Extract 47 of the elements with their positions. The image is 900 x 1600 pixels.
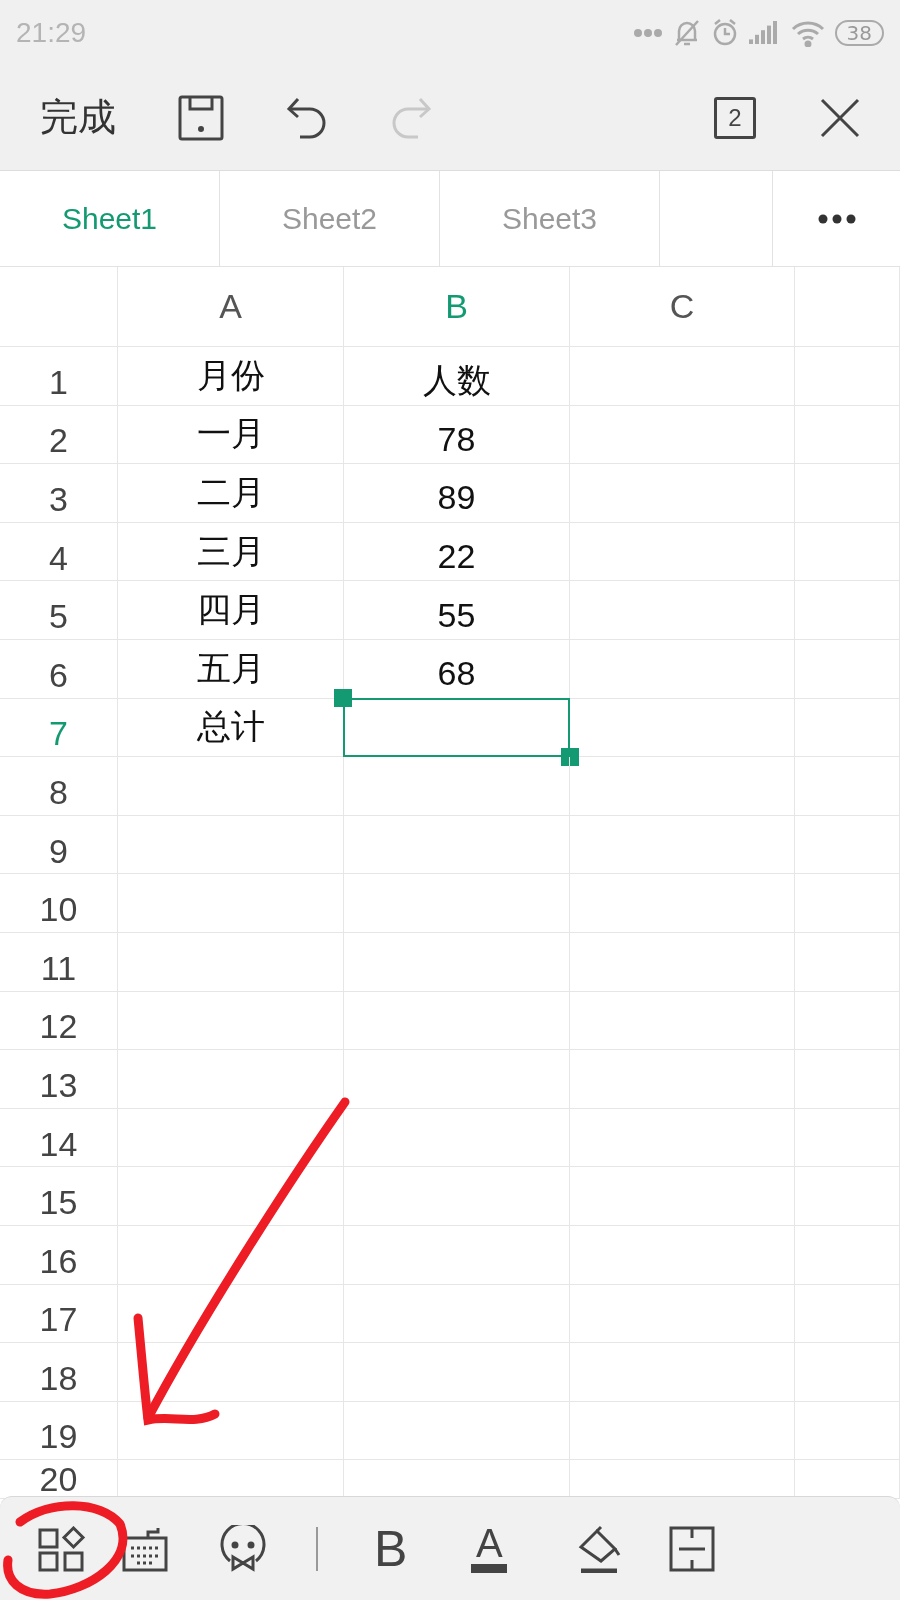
- apps-icon[interactable]: [38, 1525, 88, 1572]
- table-cell: 89: [344, 464, 570, 522]
- row-number[interactable]: 18: [0, 1343, 118, 1401]
- row-number[interactable]: 19: [0, 1401, 118, 1460]
- table-cell: 月份: [118, 347, 344, 405]
- row-number[interactable]: 15: [0, 1167, 118, 1225]
- selection-handle[interactable]: [334, 688, 352, 707]
- row-number[interactable]: 10: [0, 874, 118, 932]
- row-number[interactable]: 1: [0, 347, 118, 405]
- done-button[interactable]: 完成: [40, 92, 116, 143]
- table-cell: 二月: [118, 464, 344, 522]
- merge-cells-icon[interactable]: [669, 1525, 716, 1572]
- row-number[interactable]: 2: [0, 405, 118, 464]
- close-icon[interactable]: [820, 97, 860, 138]
- more-dots-icon: [632, 27, 663, 38]
- table-cell: 78: [344, 405, 570, 464]
- font-color-button[interactable]: A: [471, 1524, 508, 1573]
- table-cell: 22: [344, 522, 570, 581]
- table-cell: 三月: [118, 522, 344, 581]
- row-number[interactable]: 14: [0, 1108, 118, 1167]
- save-icon[interactable]: [178, 94, 224, 141]
- table-cell: 55: [344, 581, 570, 639]
- battery-indicator: 38: [834, 19, 884, 46]
- column-header[interactable]: A: [118, 267, 344, 346]
- face-with-bowtie-icon[interactable]: [220, 1524, 266, 1573]
- table-cell: 一月: [118, 405, 344, 464]
- row-number[interactable]: 16: [0, 1225, 118, 1284]
- table-cell: 四月: [118, 581, 344, 639]
- row-number[interactable]: 4: [0, 522, 118, 581]
- row-number[interactable]: 9: [0, 815, 118, 874]
- row-number[interactable]: 11: [0, 932, 118, 991]
- bold-button[interactable]: B: [374, 1519, 408, 1578]
- column-header[interactable]: B: [344, 267, 570, 346]
- window-count-button[interactable]: 2: [714, 96, 756, 139]
- selection-handle[interactable]: [561, 748, 579, 767]
- row-number[interactable]: 3: [0, 464, 118, 522]
- row-number[interactable]: 12: [0, 991, 118, 1050]
- status-time: 21:29: [16, 16, 87, 49]
- row-number[interactable]: 13: [0, 1050, 118, 1108]
- keyboard-icon[interactable]: [122, 1525, 168, 1572]
- row-number[interactable]: 8: [0, 757, 118, 815]
- row-number[interactable]: 17: [0, 1284, 118, 1343]
- row-number[interactable]: 5: [0, 581, 118, 639]
- table-cell: 人数: [344, 347, 570, 405]
- row-number[interactable]: 6: [0, 639, 118, 698]
- column-header[interactable]: C: [570, 267, 795, 346]
- row-number[interactable]: 7: [0, 698, 118, 757]
